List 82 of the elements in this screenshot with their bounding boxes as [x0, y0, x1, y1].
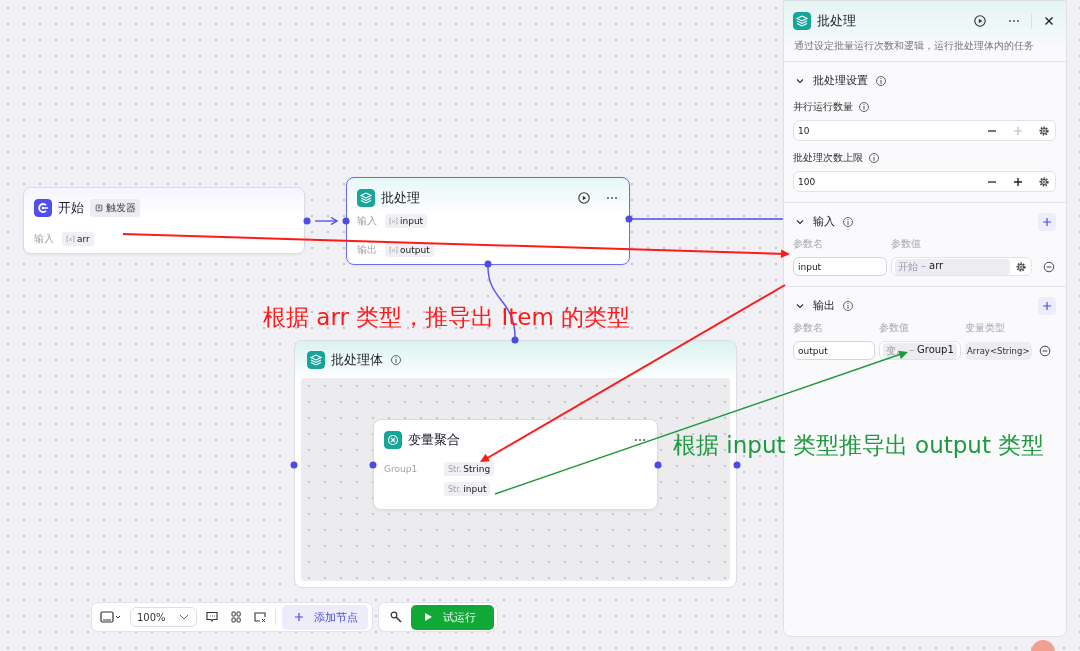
- play-icon: [422, 612, 433, 622]
- info-icon[interactable]: [389, 353, 403, 367]
- workflow-node[interactable]: 批处理 输入 input 输出 output: [346, 177, 630, 265]
- zoom-select[interactable]: 100%: [130, 607, 197, 627]
- column-header: 参数值: [891, 237, 922, 251]
- section-title: 输出: [813, 299, 835, 313]
- field-label: 批处理次数上限: [793, 151, 863, 165]
- remove-icon[interactable]: [1042, 259, 1056, 274]
- trigger-badge: 触发器: [90, 199, 140, 217]
- connector-arrow: [314, 216, 338, 226]
- layers-icon: [793, 12, 811, 30]
- group-label: Group1: [384, 464, 418, 474]
- array-icon: [389, 217, 398, 225]
- info-icon[interactable]: [841, 299, 855, 313]
- field-label: 输入: [357, 214, 377, 228]
- variable-tag: input: [385, 214, 428, 228]
- section-title: 输入: [813, 215, 835, 229]
- number-field[interactable]: 100: [793, 171, 1056, 192]
- port-handle[interactable]: [342, 217, 350, 225]
- name-field[interactable]: input: [793, 257, 887, 276]
- value-field[interactable]: 变… – Group1: [879, 341, 961, 360]
- column-header: 参数值: [879, 321, 910, 335]
- field-label: 并行运行数量: [793, 100, 853, 114]
- port-handle[interactable]: [303, 217, 311, 225]
- port-handle[interactable]: [511, 336, 519, 344]
- field-label: 输入: [34, 232, 54, 246]
- layers-icon: [357, 189, 375, 207]
- panel-description: 通过设定批量运行次数和逻辑，运行批处理体内的任务: [784, 30, 1066, 62]
- column-header: 变量类型: [965, 321, 1006, 335]
- grid-icon: [228, 610, 243, 624]
- name-field[interactable]: output: [793, 341, 875, 360]
- plus-icon: [1040, 299, 1054, 313]
- column-header: 参数名: [793, 321, 824, 335]
- minimap-icon: [252, 610, 267, 624]
- run-icon[interactable]: [973, 14, 987, 28]
- run-icon[interactable]: [577, 191, 591, 205]
- port-handle[interactable]: [290, 461, 298, 469]
- add-button[interactable]: [1038, 213, 1056, 231]
- node-title: 批处理体: [331, 351, 383, 369]
- variable-reference: 开始 – arr: [895, 258, 1011, 275]
- add-button[interactable]: [1038, 297, 1056, 315]
- add-node-button[interactable]: 添加节点: [281, 604, 368, 630]
- workflow-node[interactable]: 开始 触发器 输入 arr: [23, 187, 305, 254]
- annotation-text: 根据 input 类型推导出 output 类型: [673, 431, 1045, 460]
- field-label: 输出: [357, 243, 377, 257]
- section-title: 批处理设置: [813, 74, 868, 88]
- variable-tag: Str. String: [444, 462, 495, 476]
- node-title: 变量聚合: [408, 431, 460, 449]
- variable-tag: Str. input: [444, 482, 491, 496]
- node-title: 开始: [58, 199, 84, 217]
- port-handle[interactable]: [369, 461, 377, 469]
- variable-reference: 变… – Group1: [883, 342, 957, 359]
- port-handle[interactable]: [654, 461, 662, 469]
- panel-title: 批处理: [817, 12, 856, 30]
- array-icon: [66, 235, 75, 243]
- settings-icon[interactable]: [1037, 123, 1051, 138]
- settings-icon[interactable]: [1037, 174, 1051, 189]
- plus-icon: [1040, 215, 1054, 229]
- info-icon[interactable]: [867, 151, 881, 165]
- number-field[interactable]: 10: [793, 120, 1056, 141]
- port-handle[interactable]: [625, 215, 633, 223]
- array-icon: [389, 246, 398, 254]
- remove-icon[interactable]: [1037, 343, 1052, 358]
- port-handle[interactable]: [484, 260, 492, 268]
- layers-icon: [307, 351, 325, 369]
- settings-icon[interactable]: [1014, 259, 1029, 274]
- workflow-node[interactable]: 变量聚合 Group1 Str. String Str. input: [373, 419, 658, 510]
- info-icon[interactable]: [874, 74, 888, 88]
- monitor-icon: [100, 610, 122, 624]
- info-icon[interactable]: [841, 215, 855, 229]
- info-icon[interactable]: [857, 100, 871, 114]
- port-handle[interactable]: [733, 461, 741, 469]
- merge-node-icon: [384, 431, 402, 449]
- variable-tag: output: [385, 243, 434, 257]
- node-title: 批处理: [381, 189, 420, 207]
- column-header: 参数名: [793, 237, 824, 251]
- value-field[interactable]: 开始 – arr: [891, 257, 1033, 276]
- comment-icon: [204, 610, 219, 624]
- type-select[interactable]: Array<String>: [965, 341, 1032, 360]
- trigger-icon: [94, 203, 104, 213]
- start-node-icon: [34, 199, 52, 217]
- variable-tag: arr: [62, 232, 94, 246]
